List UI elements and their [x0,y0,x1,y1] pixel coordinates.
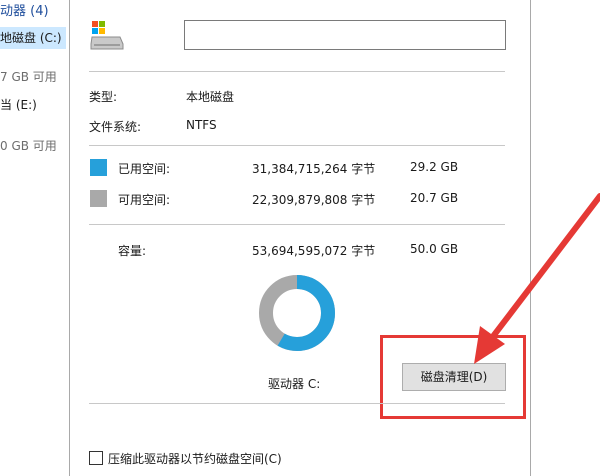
drive-name-input[interactable] [184,20,506,50]
free-space-label: 可用空间: [118,193,171,207]
background-window [531,0,600,476]
used-space-swatch [90,159,107,176]
separator [89,224,505,225]
used-space-bytes: 31,384,715,264 字节 [252,162,376,176]
separator [89,403,505,404]
drive-c-label: 地磁盘 (C:) [0,31,62,45]
capacity-bytes: 53,694,595,072 字节 [252,244,376,258]
free-space-bytes: 22,309,879,808 字节 [252,193,376,207]
drive-c-free-text: 7 GB 可用 [0,70,57,84]
drive-icon [90,21,124,50]
separator [89,71,505,72]
type-label: 类型: [89,90,118,104]
free-space-size: 20.7 GB [410,191,459,205]
capacity-label: 容量: [118,244,147,258]
usage-donut-chart [259,275,335,351]
capacity-size: 50.0 GB [410,242,459,256]
used-space-size: 29.2 GB [410,160,459,174]
used-space-label: 已用空间: [118,162,171,176]
free-space-swatch [90,190,107,207]
type-value: 本地磁盘 [186,90,235,104]
drive-label: 驱动器 C: [268,377,321,391]
drive-e-item[interactable]: 当 (E:) [0,96,37,113]
drive-c-item[interactable]: 地磁盘 (C:) [0,27,66,49]
compress-drive-checkbox[interactable] [89,451,103,465]
annotation-highlight-box [380,335,526,419]
devices-header[interactable]: 动器 (4) [0,0,49,19]
filesystem-value: NTFS [186,118,217,132]
compress-drive-label[interactable]: 压缩此驱动器以节约磁盘空间(C) [108,450,282,467]
filesystem-label: 文件系统: [89,120,142,134]
navigation-pane: 动器 (4) 地磁盘 (C:) 7 GB 可用 当 (E:) 0 GB 可用 [0,0,68,476]
separator [89,145,505,146]
drive-e-free-text: 0 GB 可用 [0,139,57,153]
